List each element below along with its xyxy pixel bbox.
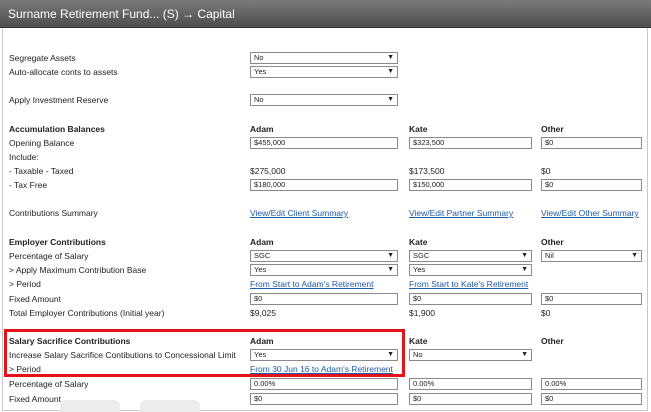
col-other: Other: [541, 124, 564, 134]
view-client-summary-link[interactable]: View/Edit Client Summary: [250, 208, 348, 218]
include-label: Include:: [9, 152, 39, 162]
dropdown-arrow-icon: ▼: [387, 351, 394, 358]
employer-total-label: Total Employer Contributions (Initial ye…: [9, 308, 165, 318]
ss-fixed-kate-input[interactable]: $0: [409, 393, 532, 405]
ss-period-label: > Period: [9, 364, 41, 374]
taxable-adam-value: $275,000: [250, 166, 286, 176]
taxable-kate-value: $173,500: [409, 166, 445, 176]
contributions-summary-label: Contributions Summary: [9, 208, 98, 218]
employer-pct-kate-select[interactable]: SGC ▼: [409, 250, 532, 262]
dropdown-arrow-icon: ▼: [387, 266, 394, 273]
apply-max-base-label: > Apply Maximum Contribution Base: [9, 265, 147, 275]
opening-balance-adam-input[interactable]: $455,000: [250, 137, 398, 149]
salary-sacrifice-heading: Salary Sacrifice Contributions: [9, 336, 131, 346]
taxable-label: - Taxable - Taxed: [9, 166, 74, 176]
employer-total-kate: $1,900: [409, 308, 435, 318]
dropdown-arrow-icon: ▼: [521, 351, 528, 358]
window-title: Surname Retirement Fund... (S) → Capital: [0, 0, 651, 28]
dropdown-arrow-icon: ▼: [387, 96, 394, 103]
employer-fixed-other-input[interactable]: $0: [541, 293, 642, 305]
dropdown-arrow-icon: ▼: [387, 68, 394, 75]
col-kate: Kate: [409, 237, 428, 247]
dropdown-arrow-icon: ▼: [631, 252, 638, 259]
col-kate: Kate: [409, 124, 428, 134]
decorative-tab-shape: [60, 400, 120, 412]
increase-ss-kate-select[interactable]: No ▼: [409, 349, 532, 361]
ss-pct-adam-input[interactable]: 0.00%: [250, 378, 398, 390]
accumulation-heading: Accumulation Balances: [9, 124, 105, 134]
increase-ss-adam-select[interactable]: Yes ▼: [250, 349, 398, 361]
dropdown-arrow-icon: ▼: [521, 252, 528, 259]
employer-pct-adam-select[interactable]: SGC ▼: [250, 250, 398, 262]
col-adam: Adam: [250, 124, 274, 134]
tax-free-kate-input[interactable]: $150,000: [409, 179, 532, 191]
employer-period-kate-link[interactable]: From Start to Kate's Retirement: [409, 279, 528, 289]
employer-total-adam: $9,025: [250, 308, 276, 318]
view-other-summary-link[interactable]: View/Edit Other Summary: [541, 208, 639, 218]
decorative-tab-shape: [140, 400, 200, 412]
ss-fixed-other-input[interactable]: $0: [541, 393, 642, 405]
col-other: Other: [541, 336, 564, 346]
dropdown-arrow-icon: ▼: [387, 252, 394, 259]
tax-free-other-input[interactable]: $0: [541, 179, 642, 191]
ss-pct-label: Percentage of Salary: [9, 379, 89, 389]
employer-heading: Employer Contributions: [9, 237, 106, 247]
employer-fixed-adam-input[interactable]: $0: [250, 293, 398, 305]
auto-allocate-label: Auto-allocate conts to assets: [9, 67, 118, 77]
ss-period-adam-link[interactable]: From 30 Jun 16 to Adam's Retirement: [250, 364, 393, 374]
apply-max-adam-select[interactable]: Yes ▼: [250, 264, 398, 276]
employer-pct-other-select[interactable]: Nil ▼: [541, 250, 642, 262]
auto-allocate-select[interactable]: Yes ▼: [250, 66, 398, 78]
ss-pct-kate-input[interactable]: 0.00%: [409, 378, 532, 390]
ss-fixed-label: Fixed Amount: [9, 394, 61, 404]
increase-salary-sacrifice-label: Increase Salary Sacrifice Contibutions t…: [9, 350, 236, 360]
col-adam: Adam: [250, 336, 274, 346]
segregate-assets-label: Segregate Assets: [9, 53, 76, 63]
tax-free-label: - Tax Free: [9, 180, 48, 190]
opening-balance-kate-input[interactable]: $323,500: [409, 137, 532, 149]
employer-period-label: > Period: [9, 279, 41, 289]
segregate-assets-select[interactable]: No ▼: [250, 52, 398, 64]
opening-balance-other-input[interactable]: $0: [541, 137, 642, 149]
col-adam: Adam: [250, 237, 274, 247]
col-kate: Kate: [409, 336, 428, 346]
taxable-other-value: $0: [541, 166, 551, 176]
col-other: Other: [541, 237, 564, 247]
investment-reserve-select[interactable]: No ▼: [250, 94, 398, 106]
view-partner-summary-link[interactable]: View/Edit Partner Summary: [409, 208, 513, 218]
employer-period-adam-link[interactable]: From Start to Adam's Retirement: [250, 279, 374, 289]
employer-pct-label: Percentage of Salary: [9, 251, 89, 261]
apply-max-kate-select[interactable]: Yes ▼: [409, 264, 532, 276]
ss-fixed-adam-input[interactable]: $0: [250, 393, 398, 405]
ss-pct-other-input[interactable]: 0.00%: [541, 378, 642, 390]
investment-reserve-label: Apply Investment Reserve: [9, 95, 109, 105]
employer-fixed-kate-input[interactable]: $0: [409, 293, 532, 305]
tax-free-adam-input[interactable]: $180,000: [250, 179, 398, 191]
dropdown-arrow-icon: ▼: [521, 266, 528, 273]
opening-balance-label: Opening Balance: [9, 138, 75, 148]
employer-total-other: $0: [541, 308, 551, 318]
employer-fixed-label: Fixed Amount: [9, 294, 61, 304]
dropdown-arrow-icon: ▼: [387, 54, 394, 61]
